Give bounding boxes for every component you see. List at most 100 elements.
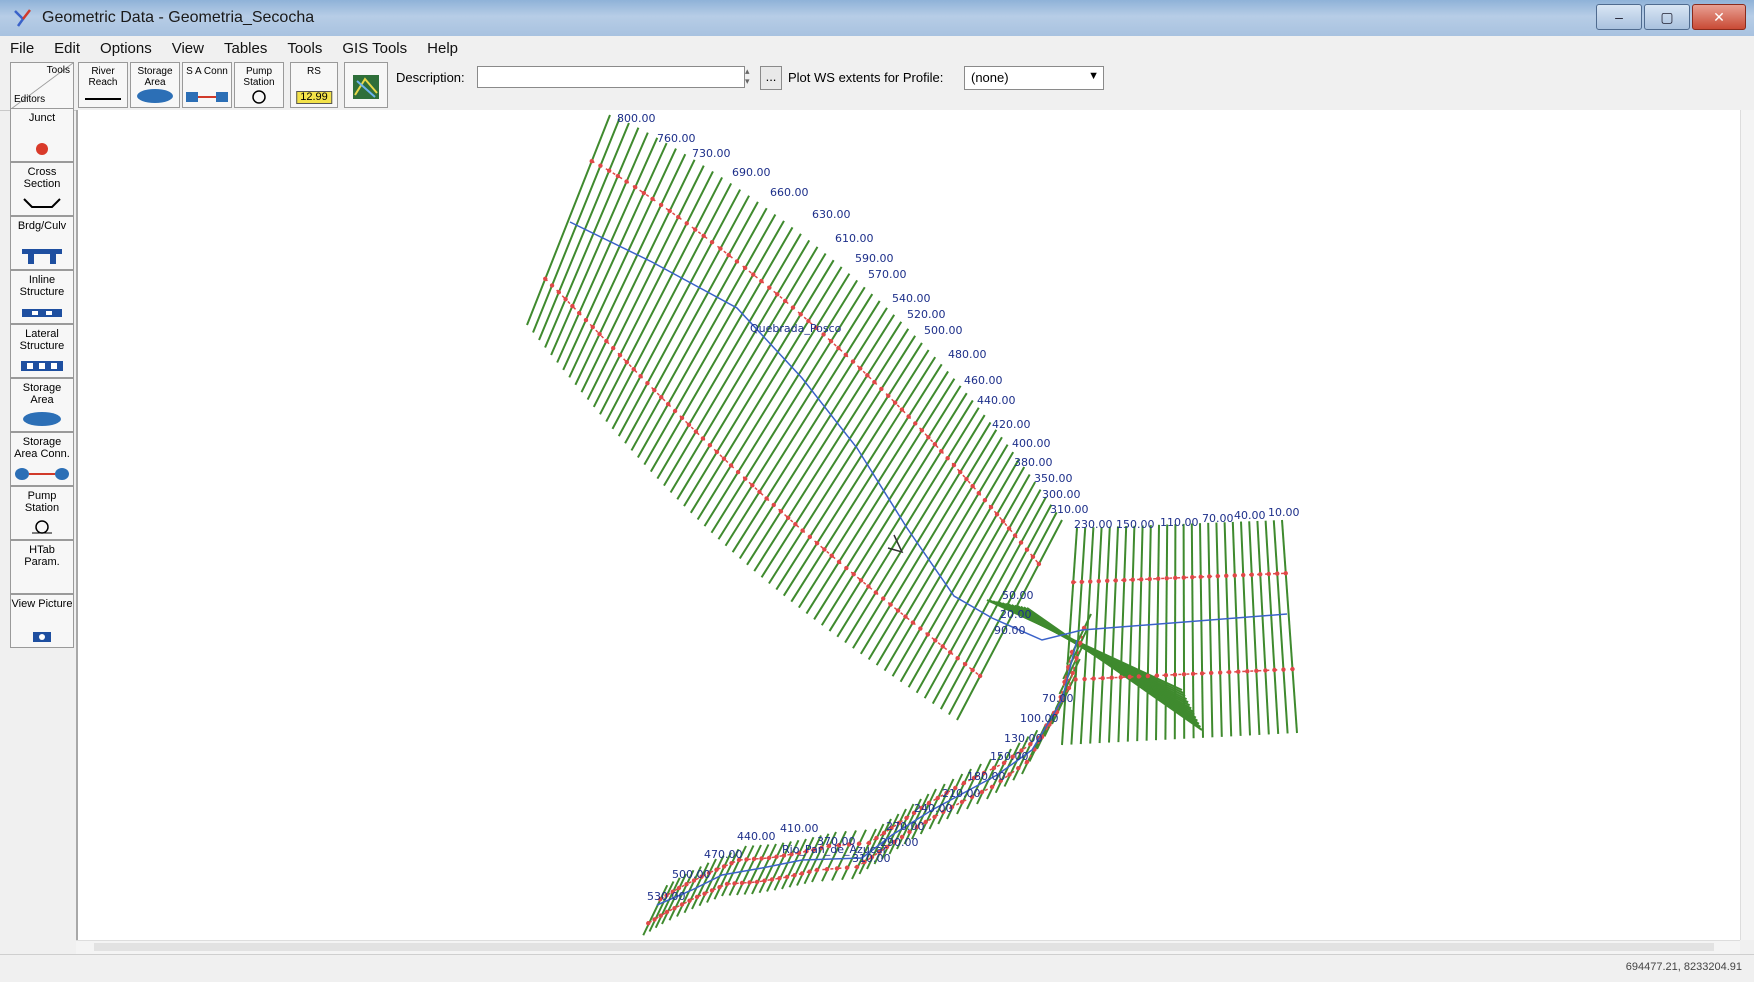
menu-edit[interactable]: Edit — [44, 40, 90, 57]
cross-section-line[interactable] — [790, 363, 943, 603]
cross-section-line[interactable] — [1223, 522, 1233, 737]
profile-select[interactable]: (none) ▼ — [964, 66, 1104, 90]
bridge-culvert-tool[interactable]: Brdg/Culv — [10, 216, 74, 270]
inline-structure-tool[interactable]: Inline Structure — [10, 270, 74, 324]
pump-station-tool[interactable]: Pump Station — [10, 486, 74, 540]
cross-section-line[interactable] — [753, 328, 910, 572]
htab-param-tool[interactable]: HTab Param. — [10, 540, 74, 594]
cross-section-line[interactable] — [1108, 526, 1119, 743]
bank-station-point — [895, 608, 901, 613]
lateral-structure-tool[interactable]: Lateral Structure — [10, 324, 74, 378]
junction-icon — [36, 143, 48, 155]
menu-tables[interactable]: Tables — [214, 40, 277, 57]
menu-view[interactable]: View — [162, 40, 214, 57]
cross-section-line[interactable] — [1199, 523, 1204, 738]
bank-station-point — [1018, 540, 1024, 545]
menu-options[interactable]: Options — [90, 40, 162, 57]
cross-section-line[interactable] — [724, 300, 881, 547]
cross-section-line[interactable] — [1155, 524, 1160, 741]
cross-section-line[interactable] — [760, 335, 917, 578]
menu-gis-tools[interactable]: GIS Tools — [332, 40, 417, 57]
cross-section-line[interactable] — [676, 253, 827, 500]
cross-section-line[interactable] — [859, 429, 998, 655]
cross-section-line[interactable] — [1231, 521, 1242, 736]
bank-station-point — [686, 422, 692, 427]
bank-station-point — [1006, 526, 1012, 531]
cross-section-line[interactable] — [883, 451, 1015, 672]
horizontal-scrollbar[interactable] — [76, 940, 1740, 955]
menu-help[interactable]: Help — [417, 40, 468, 57]
cross-section-line[interactable] — [643, 220, 785, 466]
bank-station-point — [1272, 667, 1277, 673]
cross-section-line[interactable] — [782, 356, 937, 597]
bank-station-point — [646, 921, 651, 926]
cross-section-line[interactable] — [738, 314, 896, 560]
background-map-button[interactable] — [344, 62, 388, 108]
reach1-station-label: 300.00 — [1042, 488, 1081, 501]
bank-station-point — [1012, 533, 1018, 538]
cross-section-line[interactable] — [1215, 522, 1223, 737]
cross-section-line[interactable] — [1248, 521, 1261, 735]
reach1-station-label: 610.00 — [835, 232, 874, 245]
geometry-canvas[interactable]: 800.00 760.00 730.00 690.00 660.00 630.00 610.… — [76, 110, 1742, 940]
tools-editors-toggle[interactable]: Tools Editors — [10, 62, 74, 110]
bank-station-point — [933, 638, 938, 643]
cross-section-line[interactable] — [1145, 525, 1152, 741]
cross-section-line[interactable] — [852, 421, 992, 649]
cross-section-line[interactable] — [746, 321, 903, 566]
cross-section-line[interactable] — [1098, 526, 1111, 744]
cross-section-line[interactable] — [1164, 524, 1169, 740]
view-picture-tool[interactable]: View Picture — [10, 594, 74, 648]
storage-area-button[interactable]: Storage Area — [130, 62, 180, 108]
pump-station-button[interactable]: Pump Station — [234, 62, 284, 108]
maximize-button[interactable]: ▢ — [1644, 4, 1690, 30]
bank-station-point — [1091, 676, 1096, 681]
bank-station-point — [641, 190, 647, 196]
cross-section-line[interactable] — [1126, 525, 1136, 742]
cross-section-line[interactable] — [1240, 521, 1251, 736]
cross-section-line[interactable] — [1117, 526, 1128, 743]
menu-tools[interactable]: Tools — [277, 40, 332, 57]
bank-station-point — [604, 338, 609, 344]
cross-section-line[interactable] — [805, 378, 956, 615]
cross-section-line[interactable] — [1281, 519, 1298, 734]
cross-section-line[interactable] — [1190, 523, 1195, 739]
storage-area-conn-tool[interactable]: Storage Area Conn. — [10, 432, 74, 486]
bank-station-point — [940, 644, 945, 649]
vertical-scrollbar[interactable] — [1740, 110, 1754, 940]
description-input[interactable] — [477, 66, 745, 88]
junction-tool[interactable]: Junct — [10, 108, 74, 162]
bank-station-point — [1232, 573, 1237, 578]
cross-section-line[interactable] — [703, 279, 858, 527]
cross-section-line[interactable] — [1207, 522, 1214, 738]
cross-section-line[interactable] — [875, 444, 1009, 666]
cross-section-line[interactable] — [820, 392, 968, 626]
cross-section-line[interactable] — [649, 226, 794, 473]
rs-button[interactable]: RS 12.99 — [290, 62, 338, 108]
cross-section-line[interactable] — [1136, 525, 1144, 742]
horizontal-scroll-thumb[interactable] — [94, 943, 1714, 951]
cross-section-line[interactable] — [798, 370, 949, 609]
storage-area-tool[interactable]: Storage Area — [10, 378, 74, 432]
bank-station-point — [828, 339, 834, 344]
bank-station-point — [1207, 574, 1212, 579]
sa-conn-button[interactable]: S A Conn — [182, 62, 232, 108]
cross-section-line[interactable] — [731, 307, 888, 553]
cross-section-tool[interactable]: Cross Section — [10, 162, 74, 216]
cross-section-line[interactable] — [775, 349, 930, 591]
description-ellipsis-button[interactable]: ... — [760, 66, 782, 90]
river-geometry-map[interactable]: 800.00760.00 730.00690.00 660.00630.00 610.… — [78, 110, 1742, 940]
bank-station-point — [570, 303, 575, 309]
river-reach-label: River Reach — [88, 66, 118, 88]
bank-station-point — [764, 496, 769, 501]
bank-station-point — [799, 871, 805, 876]
menu-file[interactable]: File — [0, 40, 44, 57]
cross-section-line[interactable] — [768, 342, 923, 585]
bank-station-point — [951, 462, 957, 468]
description-spinner[interactable]: ▴ ▾ — [745, 66, 757, 88]
river-reach-button[interactable]: River Reach — [78, 62, 128, 108]
minimize-button[interactable]: – — [1596, 4, 1642, 30]
bank-station-point — [932, 814, 937, 820]
cross-section-line[interactable] — [568, 148, 677, 378]
close-button[interactable]: ✕ — [1692, 4, 1746, 30]
